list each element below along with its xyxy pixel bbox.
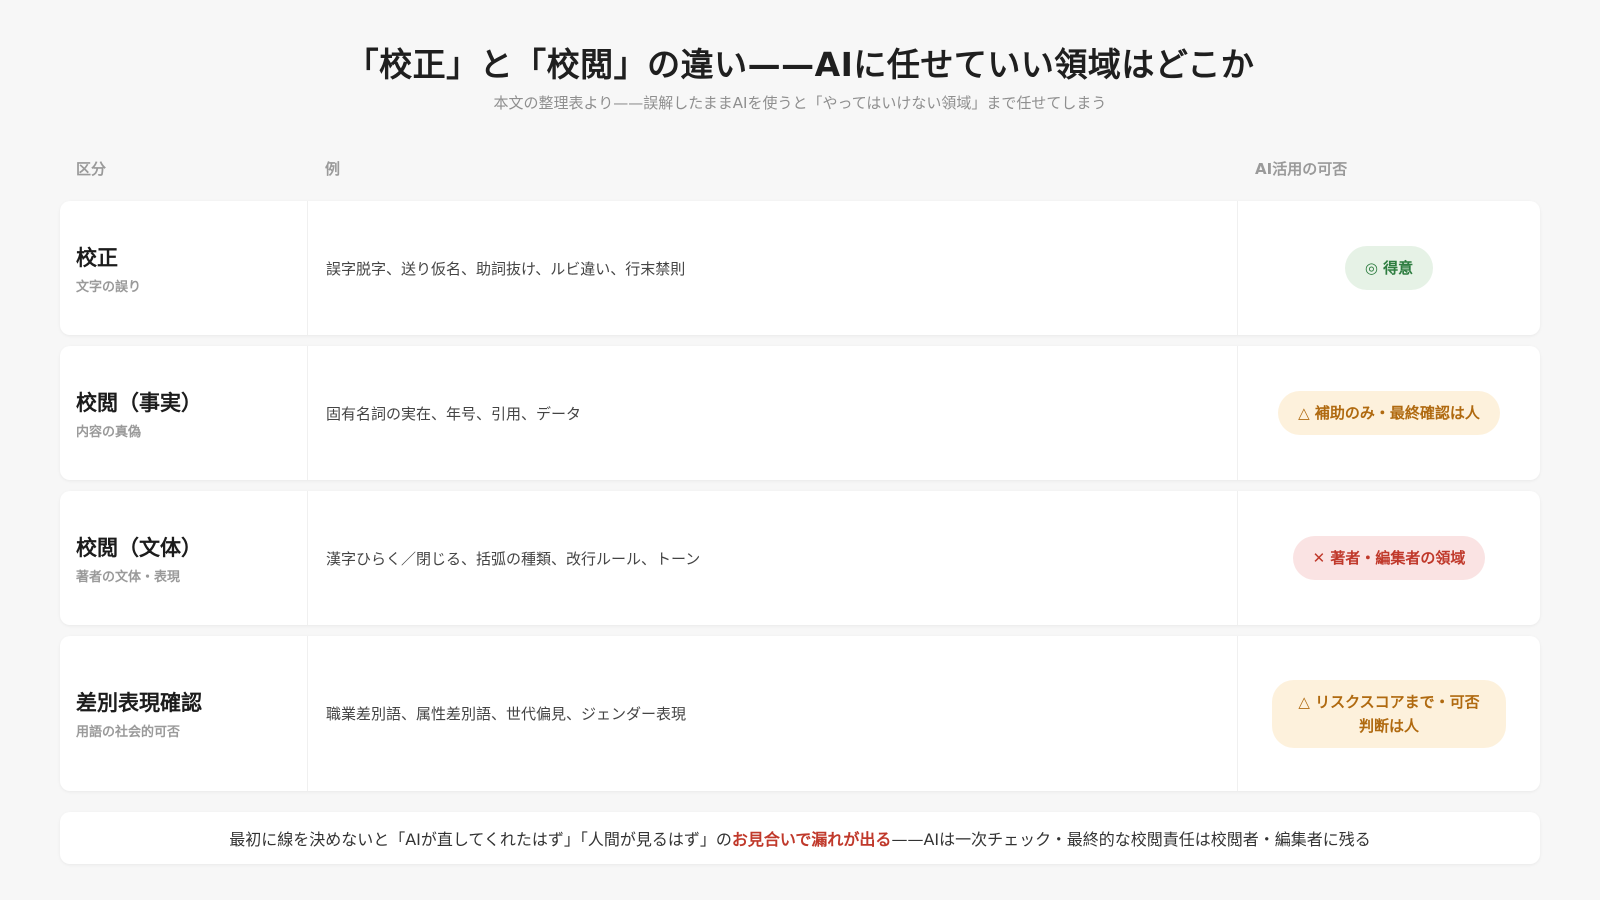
verdict-badge: ✕ 著者・編集者の領域 bbox=[1292, 536, 1486, 580]
comparison-table: 校正 文字の誤り 誤字脱字、送り仮名、助詞抜け、ルビ違い、行末禁則 ◎ 得意 校… bbox=[60, 201, 1540, 802]
verdict-line: 判断は人 bbox=[1358, 716, 1419, 735]
category-description: 内容の真偽 bbox=[76, 424, 142, 440]
table-row-proofreading: 校正 文字の誤り 誤字脱字、送り仮名、助詞抜け、ルビ違い、行末禁則 ◎ 得意 bbox=[60, 201, 1540, 335]
category-description: 著者の文体・表現 bbox=[76, 569, 181, 585]
footer-highlight: お見合いで漏れが出る bbox=[731, 830, 892, 849]
page-title: 「校正」と「校閲」の違い——AIに任せていい領域はどこか bbox=[345, 45, 1255, 84]
verdict-badge: △ リスクスコアまで・可否 判断は人 bbox=[1272, 679, 1506, 748]
category-description: 用語の社会的可否 bbox=[76, 725, 181, 740]
verdict-badge: ◎ 得意 bbox=[1344, 246, 1434, 290]
page: 「校正」と「校閲」の違い——AIに任せていい領域はどこか 本文の整理表より——誤… bbox=[0, 0, 1600, 900]
examples-cell: 固有名詞の実在、年号、引用、データ bbox=[308, 346, 1238, 480]
footer-note: 最初に線を決めないと「AIが直してくれたはず」「人間が見るはず」の お見合いで漏れ… bbox=[60, 812, 1540, 864]
examples-cell: 誤字脱字、送り仮名、助詞抜け、ルビ違い、行末禁則 bbox=[308, 201, 1238, 335]
verdict-cell: △ 補助のみ・最終確認は人 bbox=[1238, 346, 1540, 480]
category-cell: 校閲（事実） 内容の真偽 bbox=[60, 346, 308, 480]
verdict-cell: △ リスクスコアまで・可否 判断は人 bbox=[1238, 636, 1540, 791]
page-subtitle: 本文の整理表より——誤解したままAIを使うと「やってはいけない領域」まで任せてし… bbox=[493, 94, 1107, 112]
category-name: 差別表現確認 bbox=[76, 691, 202, 715]
examples-cell: 漢字ひらく／閉じる、括弧の種類、改行ルール、トーン bbox=[308, 491, 1238, 625]
footer-text: ——AIは一次チェック・最終的な校閲責任は校閲者・編集者に残る bbox=[891, 830, 1371, 849]
table-row-fact-check: 校閲（事実） 内容の真偽 固有名詞の実在、年号、引用、データ △ 補助のみ・最終… bbox=[60, 346, 1540, 480]
column-header-ai-availability: AI活用の可否 bbox=[1255, 160, 1348, 178]
category-cell: 校正 文字の誤り bbox=[60, 201, 308, 335]
category-cell: 校閲（文体） 著者の文体・表現 bbox=[60, 491, 308, 625]
verdict-cell: ◎ 得意 bbox=[1238, 201, 1540, 335]
category-description: 文字の誤り bbox=[76, 279, 142, 295]
table-row-style-check: 校閲（文体） 著者の文体・表現 漢字ひらく／閉じる、括弧の種類、改行ルール、トー… bbox=[60, 491, 1540, 625]
verdict-line: △ リスクスコアまで・可否 bbox=[1298, 692, 1480, 711]
category-cell: 差別表現確認 用語の社会的可否 bbox=[60, 636, 308, 791]
verdict-badge: △ 補助のみ・最終確認は人 bbox=[1278, 391, 1500, 435]
column-header-category: 区分 bbox=[76, 160, 107, 178]
verdict-cell: ✕ 著者・編集者の領域 bbox=[1238, 491, 1540, 625]
footer-text: 最初に線を決めないと「AIが直してくれたはず」「人間が見るはず」の bbox=[229, 830, 732, 849]
category-name: 校正 bbox=[76, 245, 118, 270]
examples-cell: 職業差別語、属性差別語、世代偏見、ジェンダー表現 bbox=[308, 636, 1238, 791]
category-name: 校閲（文体） bbox=[76, 535, 202, 560]
table-row-discriminatory-expression-check: 差別表現確認 用語の社会的可否 職業差別語、属性差別語、世代偏見、ジェンダー表現… bbox=[60, 636, 1540, 791]
column-header-examples: 例 bbox=[325, 160, 341, 178]
category-name: 校閲（事実） bbox=[76, 390, 202, 415]
